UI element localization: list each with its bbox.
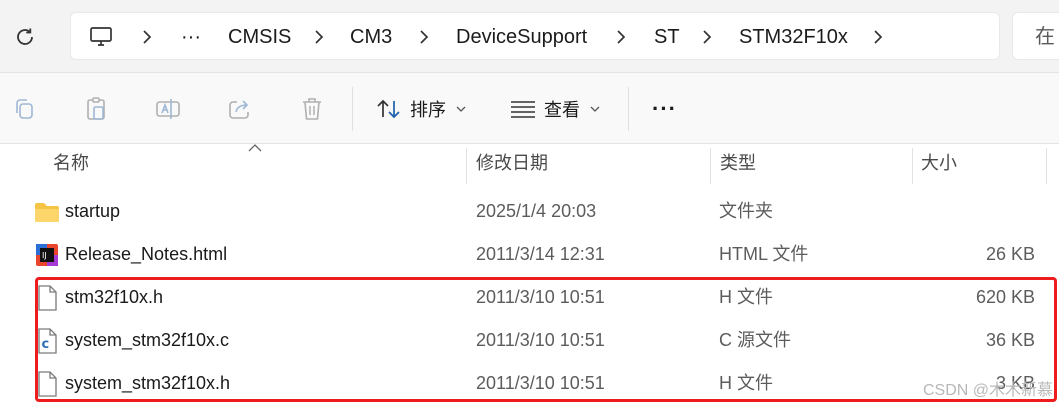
file-name: stm32f10x.h [65, 287, 164, 307]
chevron-right-icon[interactable] [868, 27, 888, 47]
rename-icon[interactable] [154, 95, 182, 123]
breadcrumb-devicesupport[interactable]: DeviceSupport [456, 13, 587, 61]
file-icon [38, 371, 57, 397]
refresh-icon [17, 28, 33, 45]
column-header-date[interactable]: 修改日期 [476, 144, 548, 184]
chevron-down-icon [590, 106, 600, 112]
chevron-right-icon[interactable] [697, 27, 717, 47]
file-name: system_stm32f10x.h [65, 373, 231, 393]
address-bar[interactable]: ··· CMSIS CM3 DeviceSupport ST STM32F10x [70, 12, 1000, 60]
breadcrumb-overflow[interactable]: ··· [181, 13, 201, 61]
file-icon [38, 285, 57, 311]
chevron-right-icon[interactable] [137, 27, 157, 47]
toolbar-divider [628, 87, 629, 131]
file-date: 2011/3/10 10:51 [476, 330, 605, 350]
column-header-size[interactable]: 大小 [921, 144, 957, 184]
sort-icon [377, 99, 400, 119]
file-type: 文件夹 [719, 201, 773, 221]
view-label: 查看 [544, 100, 580, 120]
search-placeholder: 在 [1035, 26, 1055, 48]
svg-text:c: c [42, 337, 50, 352]
copy-icon[interactable] [10, 95, 38, 123]
file-type: HTML 文件 [719, 244, 809, 264]
c-file-icon: c [38, 328, 57, 354]
breadcrumb-stm32f10x[interactable]: STM32F10x [739, 13, 848, 61]
sort-button[interactable]: 排序 [376, 91, 466, 127]
column-headers: 名称 修改日期 类型 大小 [0, 144, 1059, 184]
watermark: CSDN @木木新慕 [922, 382, 1053, 399]
file-row[interactable]: system_stm32f10x.h 2011/3/10 10:51 H 文件 … [0, 362, 1059, 405]
column-divider[interactable] [1046, 148, 1047, 184]
this-pc-icon[interactable] [89, 25, 113, 54]
breadcrumb-cm3[interactable]: CM3 [350, 13, 392, 61]
file-name: system_stm32f10x.c [65, 330, 230, 350]
file-type: H 文件 [719, 287, 773, 307]
file-row[interactable]: stm32f10x.h 2011/3/10 10:51 H 文件 620 KB [0, 276, 1059, 319]
paste-icon[interactable] [82, 95, 110, 123]
breadcrumb-st[interactable]: ST [654, 13, 680, 61]
column-header-type[interactable]: 类型 [720, 144, 756, 184]
file-date: 2011/3/14 12:31 [476, 244, 605, 264]
sort-ascending-icon [248, 144, 262, 152]
column-divider[interactable] [912, 148, 913, 184]
file-row[interactable]: IJ Release_Notes.html 2011/3/14 12:31 HT… [0, 233, 1059, 276]
column-divider[interactable] [466, 148, 467, 184]
chevron-right-icon[interactable] [414, 27, 434, 47]
sort-label: 排序 [410, 100, 446, 120]
chevron-down-icon [456, 106, 466, 112]
toolbar-divider [352, 87, 353, 131]
view-icon [511, 101, 535, 118]
file-row[interactable]: startup 2025/1/4 20:03 文件夹 [0, 190, 1059, 233]
file-type: C 源文件 [719, 330, 791, 350]
svg-text:IJ: IJ [42, 251, 47, 260]
file-type: H 文件 [719, 373, 773, 393]
more-icon: ··· [652, 96, 677, 121]
file-name: Release_Notes.html [65, 244, 228, 264]
file-size: 26 KB [985, 244, 1035, 264]
view-button[interactable]: 查看 [510, 91, 600, 127]
delete-icon[interactable] [298, 95, 326, 123]
file-row[interactable]: c system_stm32f10x.c 2011/3/10 10:51 C 源… [0, 319, 1059, 362]
file-date: 2011/3/10 10:51 [476, 287, 605, 307]
folder-icon [35, 203, 59, 222]
column-divider[interactable] [710, 148, 711, 184]
address-bar-region: ··· CMSIS CM3 DeviceSupport ST STM32F10x… [0, 0, 1059, 72]
file-size: 620 KB [975, 287, 1035, 307]
column-header-name[interactable]: 名称 [53, 144, 89, 184]
file-date: 2025/1/4 20:03 [476, 201, 597, 221]
file-name: startup [65, 201, 121, 221]
share-icon[interactable] [226, 95, 254, 123]
breadcrumb-cmsis[interactable]: CMSIS [228, 13, 291, 61]
chevron-right-icon[interactable] [611, 27, 631, 47]
html-file-icon: IJ [36, 244, 58, 266]
refresh-button[interactable] [12, 24, 38, 50]
file-date: 2011/3/10 10:51 [476, 373, 605, 393]
file-size: 36 KB [985, 330, 1035, 350]
chevron-right-icon[interactable] [309, 27, 329, 47]
command-bar: 排序 查看 ··· [0, 72, 1059, 144]
more-options-button[interactable]: ··· [652, 91, 677, 127]
search-box[interactable]: 在 [1012, 12, 1059, 60]
